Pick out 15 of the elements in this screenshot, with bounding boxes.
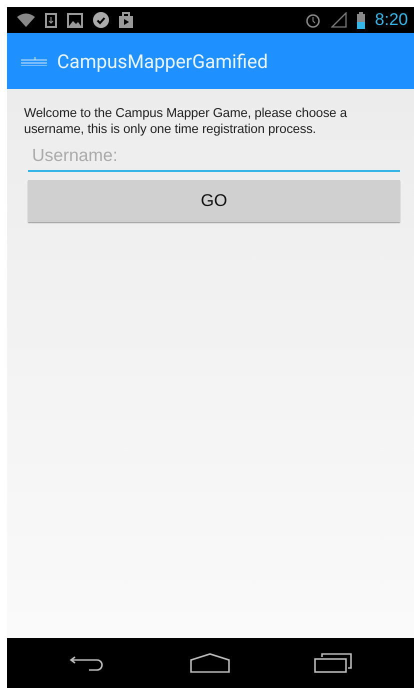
home-icon[interactable] bbox=[190, 653, 230, 673]
check-icon bbox=[93, 12, 109, 28]
signal-icon bbox=[330, 12, 347, 28]
download-icon bbox=[45, 12, 57, 28]
app-title: CampusMapperGamified bbox=[57, 50, 268, 72]
recent-apps-icon[interactable] bbox=[314, 653, 352, 673]
go-button[interactable]: GO bbox=[28, 180, 400, 222]
clock-time: 8:20 bbox=[374, 10, 408, 30]
welcome-message: Welcome to the Campus Mapper Game, please choose a username, this is only one time registration process. bbox=[24, 105, 348, 137]
wifi-icon bbox=[17, 13, 35, 27]
battery-icon bbox=[356, 12, 365, 28]
image-icon bbox=[67, 12, 83, 28]
username-field[interactable]: Username: bbox=[28, 140, 400, 170]
shopping-bag-icon bbox=[119, 12, 133, 28]
alarm-icon bbox=[304, 12, 321, 28]
